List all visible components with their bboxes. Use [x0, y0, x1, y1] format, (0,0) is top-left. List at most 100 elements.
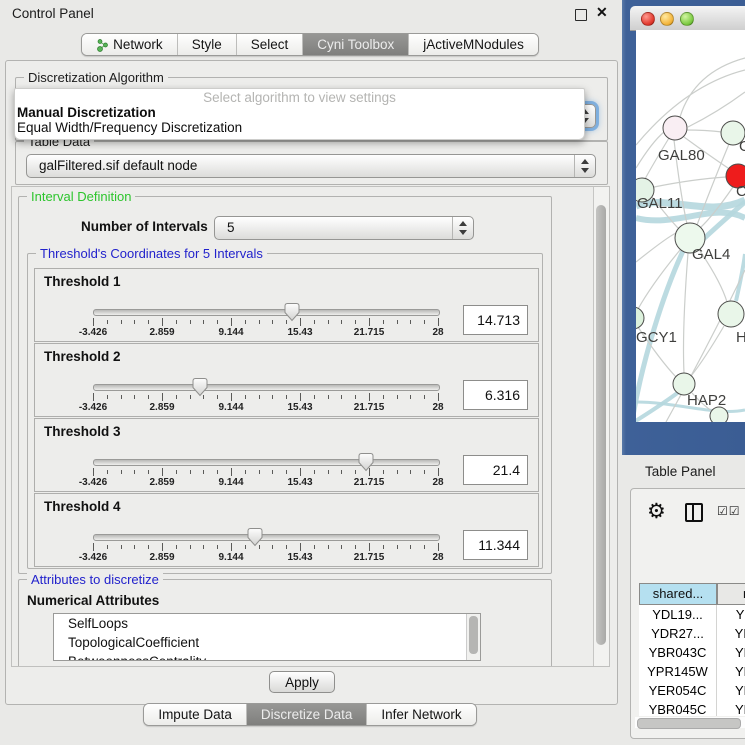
threshold-slider-2[interactable]: -3.4262.8599.14415.4321.71528 [93, 344, 438, 416]
attribute-list-item[interactable]: BetweennessCentrality [54, 652, 480, 661]
slider-tick-labels: -3.4262.8599.14415.4321.71528 [93, 327, 438, 339]
algorithm-dropdown-prompt: Select algorithm to view settings [15, 90, 584, 105]
tab-label: Cyni Toolbox [317, 34, 394, 55]
list-scrollbar-thumb[interactable] [469, 616, 478, 654]
tab-select[interactable]: Select [236, 34, 303, 55]
threshold-value-field[interactable]: 21.4 [463, 455, 528, 485]
slider-tick-labels: -3.4262.8599.14415.4321.71528 [93, 552, 438, 564]
number-of-intervals-value: 5 [227, 220, 235, 235]
slider-track[interactable] [93, 459, 440, 466]
threshold-slider-3[interactable]: -3.4262.8599.14415.4321.71528 [93, 419, 438, 491]
numerical-attributes-list[interactable]: SelfLoopsTopologicalCoefficientBetweenne… [53, 613, 481, 661]
column-header-shared[interactable]: shared... [639, 583, 717, 605]
network-node[interactable] [636, 307, 644, 329]
tab-discretize-data[interactable]: Discretize Data [246, 704, 367, 725]
threshold-value-field[interactable]: 14.713 [463, 305, 528, 335]
table-cell: YDL1 [717, 605, 745, 624]
table-data-combobox[interactable]: galFiltered.sif default node [26, 154, 596, 178]
table-data-group: Table Data galFiltered.sif default node [15, 141, 608, 185]
list-scrollbar[interactable] [466, 614, 480, 660]
table-row[interactable]: YPR145WYPR1 [639, 662, 745, 681]
table-cell: YBR045C [639, 700, 717, 716]
split-columns-icon[interactable] [685, 503, 703, 522]
network-node[interactable] [710, 407, 728, 422]
node-table[interactable]: shared...n...YDL19...YDL1YDR27...YDR2YBR… [639, 583, 745, 716]
numerical-attributes-label: Numerical Attributes [27, 593, 159, 608]
network-edge[interactable] [736, 254, 745, 301]
slider-thumb[interactable] [191, 377, 208, 397]
table-panel-header: Table Panel [620, 458, 745, 486]
node-label: GA [739, 138, 745, 155]
slider-thumb[interactable] [284, 302, 301, 322]
settings-vertical-scrollbar[interactable] [593, 187, 609, 666]
network-edge[interactable] [684, 253, 689, 373]
table-row[interactable]: YER054CYER0 [639, 681, 745, 700]
control-panel-titlebar: Control Panel ✕ [0, 0, 620, 28]
network-edge[interactable] [686, 130, 722, 132]
threshold-value-field[interactable]: 11.344 [463, 530, 528, 560]
table-row[interactable]: YDL19...YDL1 [639, 605, 745, 624]
table-cell: YDL19... [639, 605, 717, 624]
threshold-panel-2: Threshold 2-3.4262.8599.14415.4321.71528… [34, 343, 539, 417]
apply-button[interactable]: Apply [269, 671, 335, 693]
slider-track[interactable] [93, 534, 440, 541]
node-label: GCY1 [636, 329, 677, 346]
slider-track[interactable] [93, 384, 440, 391]
threshold-value-field[interactable]: 6.316 [463, 380, 528, 410]
number-of-intervals-combobox[interactable]: 5 [214, 216, 474, 240]
network-edge[interactable] [636, 233, 676, 262]
interval-definition-group: Interval Definition Number of Intervals … [18, 196, 552, 574]
gear-icon[interactable]: ⚙ [647, 499, 666, 524]
table-panel: ⚙ ☑☑ shared...n...YDL19...YDL1YDR27...YD… [630, 488, 745, 739]
dropdown-option-2[interactable]: Equal Width/Frequency Discretization [17, 120, 242, 135]
node-table-clip: shared...n...YDL19...YDL1YDR27...YDR2YBR… [635, 536, 745, 716]
node-label: GAL11 [637, 195, 683, 212]
discretization-algorithm-group-title: Discretization Algorithm [24, 70, 168, 85]
tab-jactivemnodules[interactable]: jActiveMNodules [408, 34, 538, 55]
tab-label: jActiveMNodules [423, 34, 524, 55]
slider-tick-labels: -3.4262.8599.14415.4321.71528 [93, 402, 438, 414]
network-node[interactable] [663, 116, 687, 140]
network-edge[interactable] [638, 250, 680, 309]
slider-thumb[interactable] [357, 452, 374, 472]
node-label: HAP2 [687, 392, 726, 409]
checkbox-filter-icons[interactable]: ☑☑ [717, 504, 741, 518]
zoom-traffic-light-icon[interactable] [680, 12, 694, 26]
network-edge[interactable] [691, 326, 724, 376]
settings-scrollbar-thumb[interactable] [596, 205, 606, 645]
table-cell: YDR27... [639, 624, 717, 643]
table-row[interactable]: YBR045CYBR0 [639, 700, 745, 716]
tab-impute-data[interactable]: Impute Data [144, 704, 246, 725]
table-scrollbar-thumb[interactable] [637, 718, 741, 729]
settings-scrollpane: Interval Definition Number of Intervals … [11, 186, 610, 667]
tab-style[interactable]: Style [177, 34, 236, 55]
tab-cyni-toolbox[interactable]: Cyni Toolbox [302, 34, 408, 55]
table-row[interactable]: YBR043CYBR0 [639, 643, 745, 662]
number-of-intervals-label: Number of Intervals [81, 219, 208, 234]
network-edge[interactable] [680, 58, 745, 117]
close-icon[interactable]: ✕ [596, 4, 608, 21]
minimize-traffic-light-icon[interactable] [660, 12, 674, 26]
tab-network[interactable]: Network [82, 34, 177, 55]
slider-thumb[interactable] [247, 527, 264, 547]
threshold-slider-1[interactable]: -3.4262.8599.14415.4321.71528 [93, 269, 438, 341]
threshold-panel-4: Threshold 4-3.4262.8599.14415.4321.71528… [34, 493, 539, 567]
float-window-icon[interactable] [575, 9, 587, 21]
table-horizontal-scrollbar[interactable] [635, 717, 745, 728]
slider-track[interactable] [93, 309, 440, 316]
tab-label: Style [192, 34, 222, 55]
close-traffic-light-icon[interactable] [641, 12, 655, 26]
network-canvas[interactable]: GAL80GACGAL11GAL4GCY1HHAP2 [636, 30, 745, 422]
table-row[interactable]: YDR27...YDR2 [639, 624, 745, 643]
column-header-n[interactable]: n... [717, 583, 745, 605]
tab-infer-network[interactable]: Infer Network [366, 704, 475, 725]
dropdown-option-1[interactable]: Manual Discretization [17, 105, 156, 120]
network-window-titlebar[interactable] [630, 6, 745, 31]
attribute-list-item[interactable]: SelfLoops [54, 614, 480, 633]
attribute-list-item[interactable]: TopologicalCoefficient [54, 633, 480, 652]
network-node[interactable] [718, 301, 744, 327]
node-label: GAL4 [692, 246, 730, 263]
threshold-slider-4[interactable]: -3.4262.8599.14415.4321.71528 [93, 494, 438, 566]
node-label: H [736, 329, 745, 346]
network-icon [96, 38, 108, 52]
